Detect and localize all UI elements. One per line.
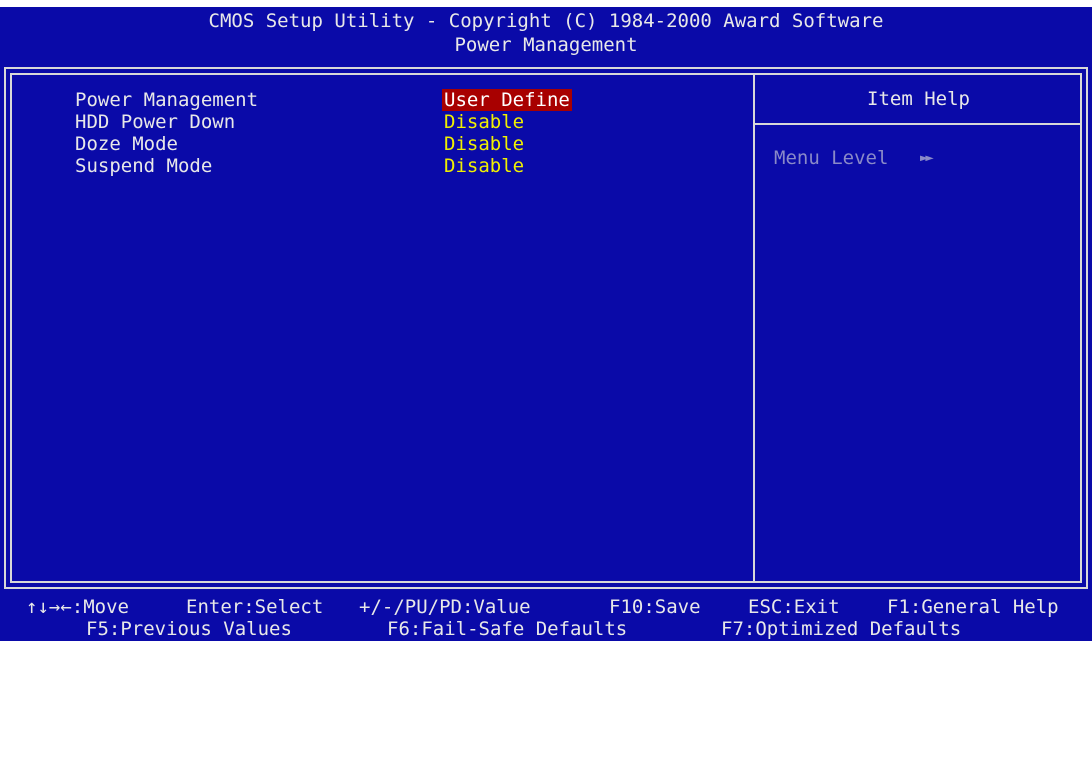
double-right-arrow-icon: ►► bbox=[920, 150, 934, 166]
panel-divider bbox=[753, 73, 755, 583]
general-help-key-hint: F1:General Help bbox=[887, 596, 1059, 618]
value-key-hint: +/-/PU/PD:Value bbox=[359, 596, 531, 618]
setting-label: Power Management bbox=[75, 89, 259, 111]
setting-label: HDD Power Down bbox=[75, 111, 236, 133]
setting-row-power-management[interactable]: Power Management User Define bbox=[0, 89, 750, 111]
setting-value[interactable]: Disable bbox=[442, 155, 526, 177]
page-title: Power Management bbox=[454, 34, 638, 56]
select-key-hint: Enter:Select bbox=[186, 596, 324, 618]
menu-level-label: Menu Level bbox=[774, 147, 889, 169]
utility-title: CMOS Setup Utility - Copyright (C) 1984-… bbox=[208, 10, 884, 32]
fail-safe-defaults-key-hint: F6:Fail-Safe Defaults bbox=[387, 618, 628, 640]
move-key-hint: ↑↓→←:Move bbox=[26, 596, 129, 618]
optimized-defaults-key-hint: F7:Optimized Defaults bbox=[721, 618, 962, 640]
setting-row-doze-mode[interactable]: Doze Mode Disable bbox=[0, 133, 750, 155]
bios-screen: CMOS Setup Utility - Copyright (C) 1984-… bbox=[0, 7, 1092, 641]
exit-key-hint: ESC:Exit bbox=[748, 596, 840, 618]
setting-value[interactable]: Disable bbox=[442, 111, 526, 133]
setting-value[interactable]: Disable bbox=[442, 133, 526, 155]
setting-label: Suspend Mode bbox=[75, 155, 213, 177]
setting-value[interactable]: User Define bbox=[442, 89, 572, 111]
setting-row-hdd-power-down[interactable]: HDD Power Down Disable bbox=[0, 111, 750, 133]
key-help-line-2: F5:Previous Values F6:Fail-Safe Defaults… bbox=[0, 618, 1092, 728]
help-divider bbox=[755, 123, 1082, 125]
previous-values-key-hint: F5:Previous Values bbox=[86, 618, 292, 640]
item-help-title: Item Help bbox=[867, 88, 970, 110]
setting-label: Doze Mode bbox=[75, 133, 178, 155]
save-key-hint: F10:Save bbox=[609, 596, 701, 618]
setting-row-suspend-mode[interactable]: Suspend Mode Disable bbox=[0, 155, 750, 177]
